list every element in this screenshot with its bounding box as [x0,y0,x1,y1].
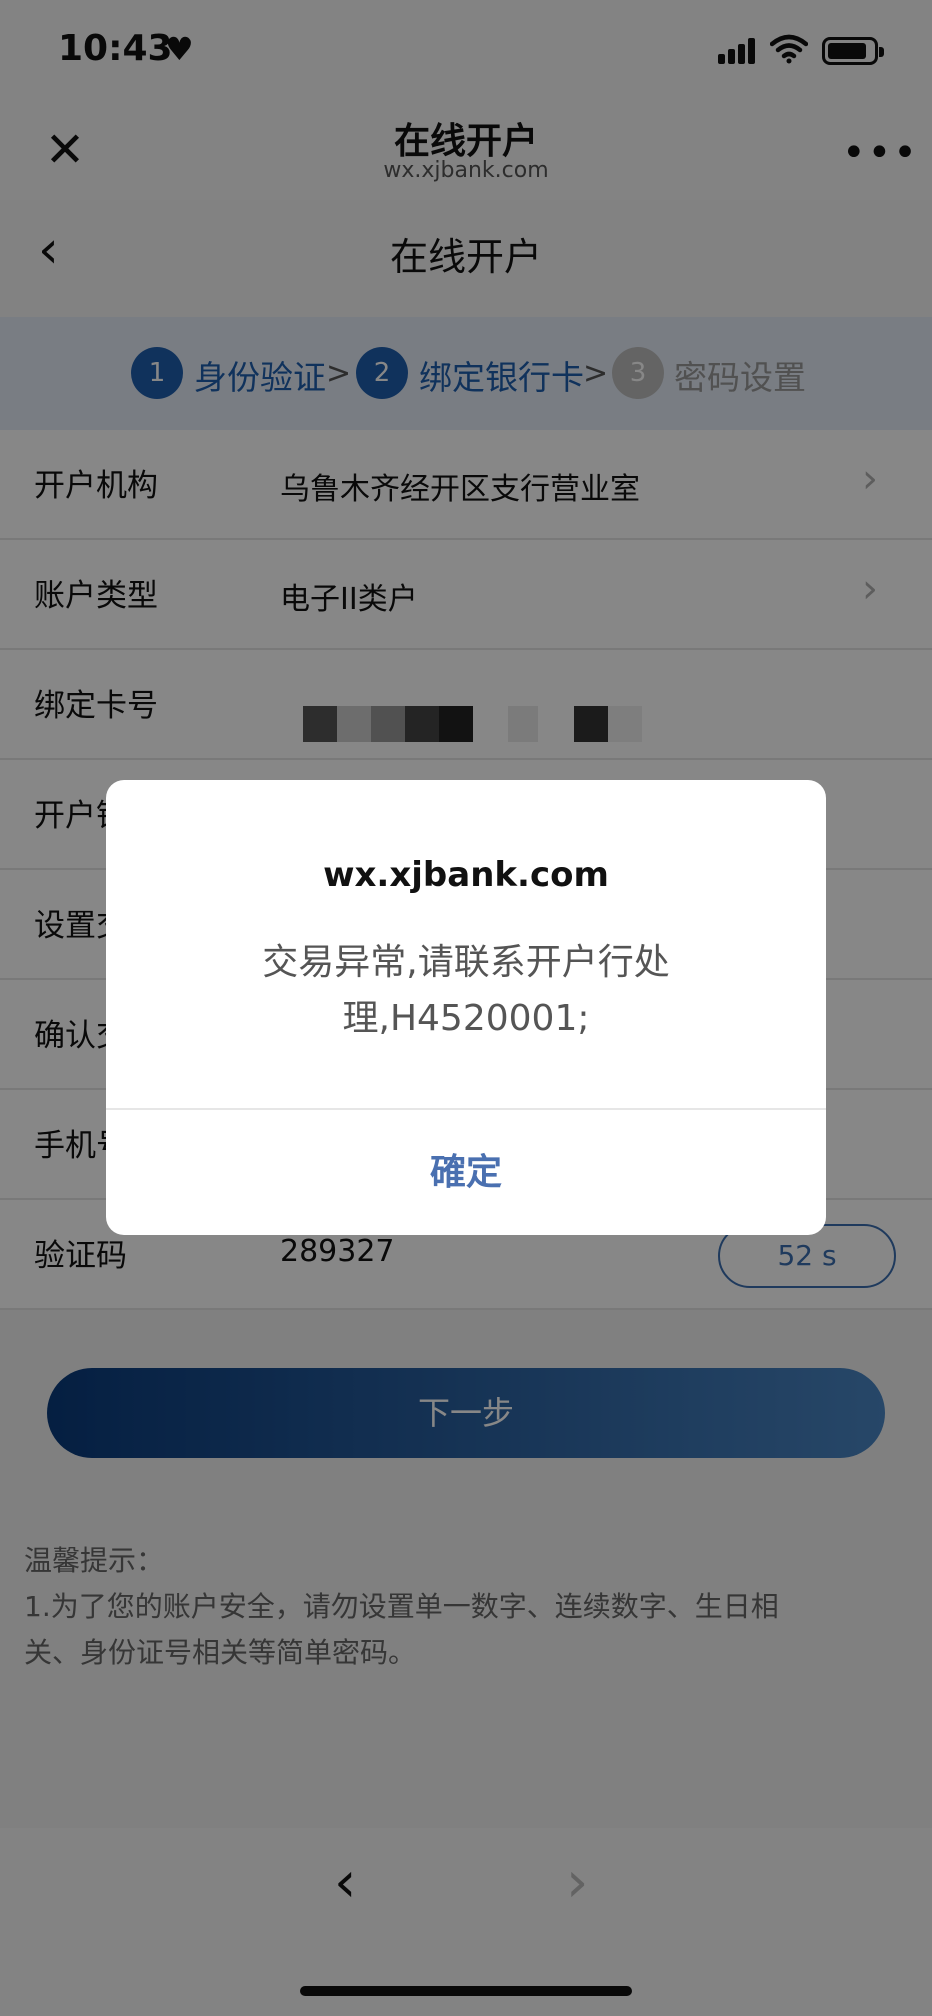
alert-message-line: 交易异常,请联系开户行处 [262,942,670,983]
alert-dialog: wx.xjbank.com 交易异常,请联系开户行处 理,H4520001; 確… [106,780,826,1235]
alert-message-line: 理,H4520001; [342,998,590,1039]
confirm-button[interactable]: 確定 [106,1110,826,1235]
alert-message: 交易异常,请联系开户行处 理,H4520001; [216,935,716,1047]
alert-title: wx.xjbank.com [323,855,609,895]
